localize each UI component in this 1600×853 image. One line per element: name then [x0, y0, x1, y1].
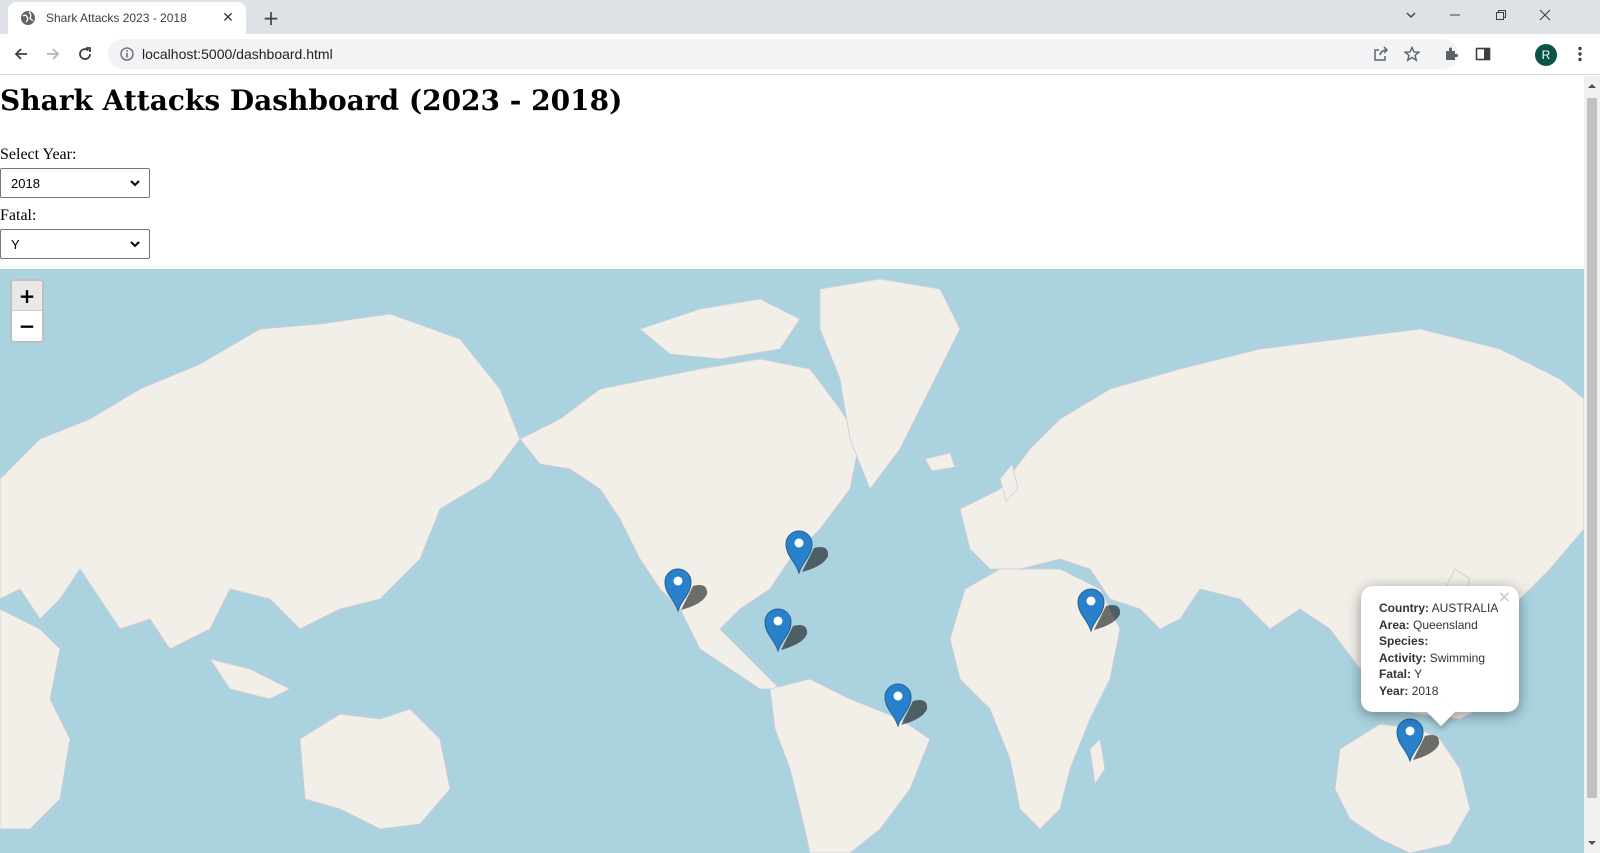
bookmark-star-icon[interactable]: [1398, 40, 1426, 68]
browser-tab[interactable]: Shark Attacks 2023 - 2018 ✕: [8, 2, 246, 34]
fatal-label: Fatal:: [0, 207, 37, 224]
scrollbar-thumb[interactable]: [1587, 98, 1597, 798]
address-bar[interactable]: localhost:5000/dashboard.html: [108, 39, 1458, 69]
url-text: localhost:5000/dashboard.html: [142, 46, 333, 62]
popup-activity: Swimming: [1429, 650, 1486, 665]
page-scrollbar[interactable]: [1584, 76, 1600, 853]
chevron-down-icon: [130, 241, 140, 248]
world-map[interactable]: + − × Country: AUSTRALIA Area: Queenslan…: [0, 269, 1584, 853]
popup-fatal-row: Fatal: Y: [1379, 667, 1423, 681]
zoom-out-button[interactable]: −: [12, 311, 42, 341]
map-marker-pin-icon[interactable]: [883, 681, 943, 727]
scroll-up-icon[interactable]: [1588, 82, 1596, 90]
popup-fatal: Y: [1414, 667, 1423, 681]
map-marker-pin-icon[interactable]: [663, 566, 723, 612]
browser-toolbar: localhost:5000/dashboard.html R: [0, 34, 1600, 75]
tab-title: Shark Attacks 2023 - 2018: [46, 11, 187, 25]
menu-kebab-icon[interactable]: [1568, 40, 1592, 68]
zoom-control: + −: [10, 279, 44, 343]
close-window-button[interactable]: [1522, 0, 1568, 30]
popup-year-row: Year: 2018: [1379, 683, 1439, 698]
reload-button[interactable]: [71, 40, 99, 68]
popup-species-row: Species:: [1379, 634, 1429, 648]
forward-button[interactable]: [39, 40, 67, 68]
profile-avatar[interactable]: R: [1535, 44, 1557, 66]
back-arrow-icon: [14, 48, 27, 60]
year-select[interactable]: 2018: [0, 168, 150, 198]
reload-icon: [79, 47, 91, 60]
scroll-down-icon[interactable]: [1588, 839, 1596, 847]
back-button[interactable]: [7, 40, 35, 68]
popup-year: 2018: [1411, 683, 1439, 698]
side-panel-icon[interactable]: [1469, 40, 1497, 68]
map-marker-pin-icon[interactable]: [1076, 586, 1136, 632]
extensions-icon[interactable]: [1437, 40, 1465, 68]
forward-arrow-icon: [47, 48, 60, 60]
page-title: Shark Attacks Dashboard (2023 - 2018): [0, 84, 623, 117]
map-marker-pin-icon[interactable]: [1395, 716, 1455, 762]
fatal-select[interactable]: Y: [0, 229, 150, 259]
close-tab-icon[interactable]: ✕: [220, 10, 236, 26]
popup-country-row: Country: AUSTRALIA: [1379, 601, 1499, 615]
fatal-select-value: Y: [11, 236, 20, 252]
popup-country: AUSTRALIA: [1431, 601, 1499, 615]
tab-strip: Shark Attacks 2023 - 2018 ✕ +: [0, 0, 1600, 34]
page-content: Shark Attacks Dashboard (2023 - 2018) Se…: [0, 76, 1584, 853]
zoom-in-button[interactable]: +: [12, 281, 42, 311]
new-tab-button[interactable]: +: [258, 5, 284, 31]
popup-area: Queensland: [1413, 617, 1478, 632]
marker-popup: × Country: AUSTRALIA Area: Queensland Sp…: [1361, 586, 1519, 727]
year-label: Select Year:: [0, 146, 77, 163]
site-info-icon[interactable]: [120, 47, 134, 61]
tab-search-icon[interactable]: [1388, 0, 1434, 30]
globe-icon: [21, 11, 35, 25]
popup-activity-row: Activity: Swimming: [1379, 650, 1486, 665]
restore-button[interactable]: [1478, 0, 1524, 30]
chevron-down-icon: [130, 180, 140, 187]
minimize-button[interactable]: [1432, 0, 1478, 30]
year-select-value: 2018: [11, 175, 40, 191]
share-icon[interactable]: [1367, 40, 1395, 68]
map-marker-pin-icon[interactable]: [763, 606, 823, 652]
popup-close-icon[interactable]: ×: [1498, 588, 1511, 606]
map-marker-pin-icon[interactable]: [784, 528, 844, 574]
popup-area-row: Area: Queensland: [1379, 617, 1478, 632]
